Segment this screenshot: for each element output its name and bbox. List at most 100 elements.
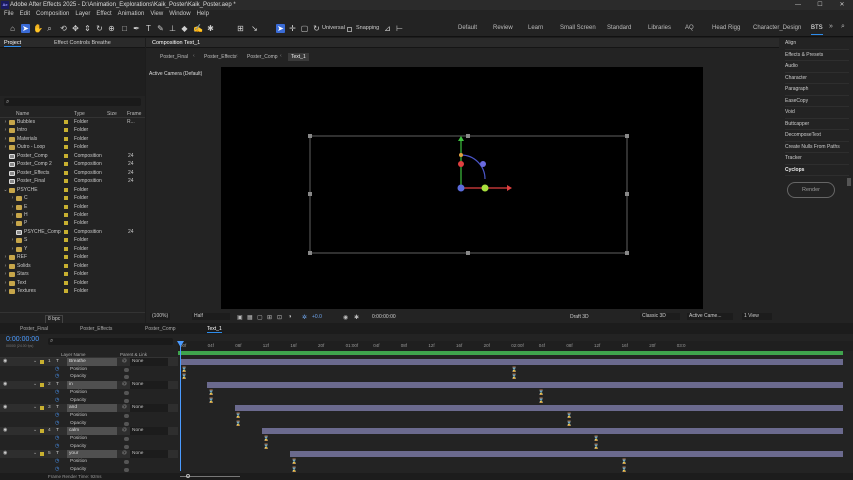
label-color-swatch[interactable]: [64, 179, 68, 184]
project-item[interactable]: › REF Folder: [0, 253, 145, 261]
project-item[interactable]: › Textures Folder: [0, 287, 145, 295]
layer-name[interactable]: Breathe: [67, 358, 117, 366]
puppet-tool-icon[interactable]: ✱: [206, 24, 215, 33]
label-color-swatch[interactable]: [64, 289, 68, 293]
label-color-swatch[interactable]: [64, 238, 68, 243]
col-layer-name[interactable]: Layer Name: [61, 351, 86, 358]
roto-brush-icon[interactable]: ✍: [193, 24, 203, 33]
resolution-dropdown[interactable]: Half: [192, 313, 230, 320]
render-button[interactable]: Render: [787, 182, 835, 198]
chevron-right-icon[interactable]: ›: [10, 236, 15, 244]
label-color-swatch[interactable]: [40, 429, 44, 434]
menu-file[interactable]: File: [4, 10, 14, 19]
keyframe-icon[interactable]: ⌛: [538, 390, 544, 396]
snapping-checkbox[interactable]: [347, 27, 352, 32]
playhead[interactable]: [180, 341, 181, 471]
panel-item-audio[interactable]: Audio: [785, 61, 849, 73]
rotation-handle[interactable]: [458, 161, 464, 167]
col-name[interactable]: Name: [16, 110, 29, 118]
menu-view[interactable]: View: [150, 10, 163, 19]
property-row[interactable]: ◷ Opacity: [0, 397, 178, 405]
layer-duration-bar[interactable]: [207, 382, 843, 389]
breadcrumb-item[interactable]: Poster_Comp: [244, 53, 281, 61]
timeline-tab[interactable]: Poster_Final: [20, 325, 48, 333]
label-color-swatch[interactable]: [64, 136, 68, 141]
pen-tool-icon[interactable]: ✒: [132, 24, 141, 33]
label-color-swatch[interactable]: [64, 272, 68, 277]
draft-3d-toggle[interactable]: Draft 3D: [570, 314, 589, 320]
stopwatch-icon[interactable]: ◷: [55, 443, 59, 451]
chevron-right-icon[interactable]: ›: [10, 219, 15, 227]
rectangle-tool-icon[interactable]: □: [120, 24, 129, 33]
views-dropdown[interactable]: 1 View: [742, 313, 772, 320]
home-icon[interactable]: ⌂: [8, 24, 17, 33]
menu-effect[interactable]: Effect: [96, 10, 111, 19]
chevron-right-icon[interactable]: ›: [3, 135, 8, 143]
timeline-search-input[interactable]: ⌕: [48, 338, 173, 345]
stopwatch-icon[interactable]: ◷: [55, 435, 59, 443]
project-item[interactable]: › Materials Folder: [0, 135, 145, 143]
clone-stamp-icon[interactable]: ⊥: [168, 24, 177, 33]
composition-canvas[interactable]: [221, 67, 703, 309]
tab-project[interactable]: Project: [4, 40, 22, 47]
pick-whip-icon[interactable]: @: [122, 358, 127, 366]
property-row[interactable]: ◷ Position: [0, 389, 178, 397]
camera-dropdown[interactable]: Active Came...: [687, 313, 733, 320]
keyframe-icon[interactable]: ⌛: [208, 398, 214, 404]
chevron-down-icon[interactable]: ⌄: [33, 358, 37, 366]
parent-dropdown[interactable]: None: [130, 404, 168, 412]
chevron-down-icon[interactable]: ⌄: [33, 450, 37, 458]
label-color-swatch[interactable]: [64, 128, 68, 133]
label-color-swatch[interactable]: [64, 120, 68, 124]
stopwatch-icon[interactable]: ◷: [55, 389, 59, 397]
project-item[interactable]: › C Folder: [0, 194, 145, 202]
stopwatch-icon[interactable]: ◷: [55, 458, 59, 466]
chevron-right-icon[interactable]: ›: [10, 203, 15, 211]
guides-icon[interactable]: ⊞: [267, 314, 272, 321]
chevron-down-icon[interactable]: ⌄: [33, 404, 37, 412]
keyframe-icon[interactable]: ⌛: [593, 444, 599, 450]
project-item[interactable]: Poster_Comp Composition 24: [0, 152, 145, 160]
project-item[interactable]: › Text Folder: [0, 279, 145, 287]
menu-animation[interactable]: Animation: [118, 10, 145, 19]
timeline-tab[interactable]: Poster_Effects: [80, 325, 112, 333]
workspace-head-rigg[interactable]: Head Rigg: [712, 23, 740, 33]
region-of-interest-icon[interactable]: ▣: [237, 314, 243, 321]
color-management-icon[interactable]: ◑: [288, 314, 292, 320]
transparency-grid-icon[interactable]: ▦: [247, 314, 253, 321]
viewer-title[interactable]: Composition Text_1: [152, 38, 200, 48]
snap-edges-icon[interactable]: ⊢: [395, 24, 404, 33]
layer-name[interactable]: calm: [67, 427, 117, 435]
label-color-swatch[interactable]: [64, 153, 68, 158]
viewer-timecode[interactable]: 0:00:00:00: [372, 314, 396, 320]
keyframe-icon[interactable]: ⌛: [621, 467, 627, 473]
panel-item-align[interactable]: Align: [785, 38, 849, 50]
layer-row[interactable]: ◉ ⌄ 2 Tin @ None: [0, 381, 178, 389]
expression-toggle-icon[interactable]: [124, 460, 129, 465]
bbox-handle-bc[interactable]: [466, 251, 470, 255]
visibility-eye-icon[interactable]: ◉: [3, 358, 7, 366]
panel-item-buttcapper[interactable]: Buttcapper: [785, 119, 849, 130]
rotate-mode-icon[interactable]: ↻: [312, 24, 321, 33]
workspace-libraries[interactable]: Libraries: [648, 23, 671, 33]
selection-tool-icon[interactable]: ➤: [21, 24, 30, 33]
project-search-input[interactable]: ⌕: [4, 98, 141, 106]
exposure-icon[interactable]: ✲: [302, 314, 307, 321]
channel-icon[interactable]: ⊡: [277, 314, 282, 321]
layer-duration-bar[interactable]: [235, 405, 843, 412]
anchor-point[interactable]: [457, 184, 465, 192]
visibility-eye-icon[interactable]: ◉: [3, 427, 7, 435]
maximize-button[interactable]: ☐: [809, 0, 831, 10]
keyframe-icon[interactable]: ⌛: [235, 413, 241, 419]
chevron-right-icon[interactable]: ›: [10, 194, 15, 202]
zoom-dropdown[interactable]: (100%): [150, 313, 171, 320]
project-item[interactable]: › P Folder: [0, 219, 145, 227]
breadcrumb-item[interactable]: Poster_Effects: [201, 53, 239, 61]
label-color-swatch[interactable]: [64, 212, 68, 217]
expression-toggle-icon[interactable]: [124, 421, 129, 426]
chevron-down-icon[interactable]: ⌄: [33, 381, 37, 389]
panel-item-decomposetext[interactable]: DecomposeText: [785, 130, 849, 142]
rotate-tool-icon[interactable]: ↻: [95, 24, 104, 33]
project-item[interactable]: › Intro Folder: [0, 126, 145, 134]
property-row[interactable]: ◷ Opacity: [0, 420, 178, 428]
